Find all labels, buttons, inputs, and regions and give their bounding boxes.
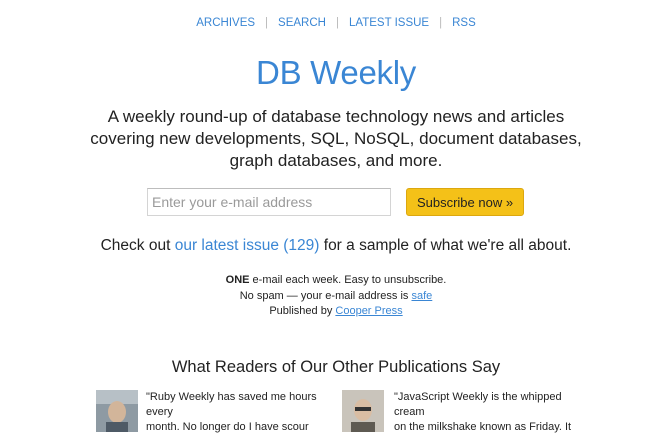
site-title: DB Weekly bbox=[256, 54, 416, 91]
frequency-bold: ONE bbox=[225, 274, 250, 286]
email-input[interactable] bbox=[147, 188, 391, 216]
nav-separator: | bbox=[335, 17, 339, 29]
cooper-press-link[interactable]: Cooper Press bbox=[335, 305, 402, 317]
frequency-note: ONE e-mail each week. Easy to unsubscrib… bbox=[0, 273, 672, 289]
testimonial-line: "Ruby Weekly has saved me hours every bbox=[146, 391, 317, 418]
nav-archives-link[interactable]: ARCHIVES bbox=[196, 17, 255, 29]
checkout-suffix: for a sample of what we're all about. bbox=[319, 237, 572, 254]
avatar bbox=[96, 390, 138, 432]
checkout-prefix: Check out bbox=[100, 237, 175, 254]
testimonial-javascript: "JavaScript Weekly is the whipped cream … bbox=[394, 390, 584, 435]
nav-latest-issue-link[interactable]: LATEST ISSUE bbox=[349, 17, 429, 29]
nav-rss-link[interactable]: RSS bbox=[452, 17, 476, 29]
signup-form: Subscribe now » bbox=[147, 188, 527, 218]
site-description: A weekly round-up of database technology… bbox=[90, 107, 582, 170]
subscribe-button[interactable]: Subscribe now » bbox=[406, 188, 524, 216]
testimonial-line: "JavaScript Weekly is the whipped cream bbox=[394, 391, 562, 418]
fine-print: ONE e-mail each week. Easy to unsubscrib… bbox=[0, 273, 672, 320]
publisher-prefix: Published by bbox=[269, 305, 336, 317]
testimonials-heading: What Readers of Our Other Publications S… bbox=[171, 358, 501, 376]
latest-issue-link[interactable]: our latest issue (129) bbox=[175, 237, 320, 254]
nav-search-link[interactable]: SEARCH bbox=[278, 17, 326, 29]
privacy-prefix: No spam — your e-mail address is bbox=[239, 289, 412, 302]
safe-link[interactable]: safe bbox=[411, 290, 432, 302]
testimonial-line: on the milkshake known as Friday. It bbox=[394, 421, 572, 433]
top-nav: ARCHIVES | SEARCH | LATEST ISSUE | RSS bbox=[0, 17, 672, 29]
publisher-note: Published by Cooper Press bbox=[0, 304, 672, 320]
testimonial-line: month. No longer do I have scour bbox=[146, 421, 309, 433]
frequency-rest: e-mail each week. Easy to unsubscribe. bbox=[249, 274, 447, 286]
testimonial-ruby: "Ruby Weekly has saved me hours every mo… bbox=[146, 390, 336, 435]
nav-separator: | bbox=[439, 17, 443, 29]
avatar bbox=[342, 390, 384, 432]
privacy-note: No spam — your e-mail address is safe bbox=[0, 289, 672, 305]
nav-separator: | bbox=[265, 17, 269, 29]
latest-issue-callout: Check out our latest issue (129) for a s… bbox=[0, 237, 672, 255]
